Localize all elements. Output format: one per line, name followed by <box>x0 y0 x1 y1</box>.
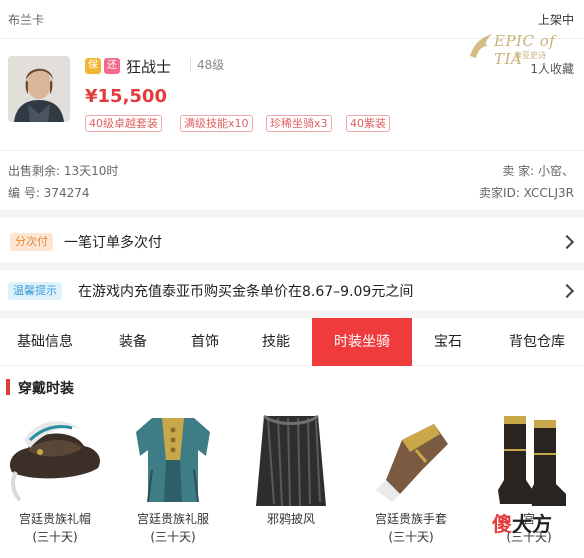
feature-tag: 珍稀坐骑x3 <box>266 115 332 132</box>
raven-cloak-icon <box>256 414 326 507</box>
chevron-right-icon <box>559 234 575 250</box>
dragon-logo-icon <box>470 34 492 58</box>
section-title: 穿戴时装 <box>18 381 74 397</box>
serial-number: 编 号: 374274 <box>8 186 90 200</box>
noble-hat-icon <box>9 421 101 502</box>
tab-inventory[interactable]: 背包仓库 <box>490 318 584 366</box>
section-separator <box>0 262 584 270</box>
section-accent-bar <box>6 379 10 395</box>
noble-gloves-icon <box>376 424 448 502</box>
watermark-part2: 大方 <box>512 512 552 536</box>
item-duration: (三十天) <box>388 530 434 544</box>
installment-badge: 分次付 <box>10 233 53 251</box>
item-name: 邪鸦披风 <box>266 512 315 526</box>
feature-tag: 40级卓越套装 <box>85 115 162 132</box>
item-duration: (三十天) <box>32 530 78 544</box>
fashion-item[interactable]: 邪鸦披风 <box>236 410 346 550</box>
badge-guarantee: 保 <box>85 58 101 74</box>
item-name: 宫廷贵族礼服 <box>136 512 209 526</box>
avatar-portrait <box>8 56 70 122</box>
price: ¥15,500 <box>85 86 167 107</box>
tab-fashion-mounts[interactable]: 时装坐骑 <box>312 318 412 366</box>
feature-tag: 满级技能x10 <box>180 115 253 132</box>
fashion-item[interactable]: 宫廷贵族礼帽 (三十天) <box>0 410 110 550</box>
divider <box>0 150 584 151</box>
listing-status: 上架中 <box>537 13 574 27</box>
watermark-part1: 傻 <box>492 512 512 536</box>
badge-return: 还 <box>104 58 120 74</box>
tip-badge: 温馨提示 <box>8 282 62 300</box>
server-name: 布兰卡 <box>8 13 45 27</box>
time-left: 出售剩余: 13天10时 <box>8 164 119 178</box>
tab-gems[interactable]: 宝石 <box>412 318 484 366</box>
fashion-item[interactable]: 宫廷贵族手套 (三十天) <box>356 410 466 550</box>
tip-text: 在游戏内充值泰亚币购买金条单价在8.67–9.09元之间 <box>78 284 414 300</box>
noble-boots-icon <box>498 416 566 506</box>
feature-tag: 40紫装 <box>346 115 390 132</box>
seller-id: 卖家ID: XCCLJ3R <box>479 186 574 200</box>
tab-bar: 基础信息 装备 首饰 技能 时装坐骑 宝石 背包仓库 <box>0 318 584 366</box>
seller-name: 卖 家: 小窑、 <box>502 164 574 178</box>
game-logo: EPIC of TIA 泰亚史诗 <box>466 30 570 68</box>
chevron-right-icon <box>559 283 575 299</box>
section-separator <box>0 310 584 318</box>
tab-equipment[interactable]: 装备 <box>96 318 170 366</box>
tab-skills[interactable]: 技能 <box>240 318 312 366</box>
noble-coat-icon <box>136 418 210 503</box>
tab-accessories[interactable]: 首饰 <box>170 318 240 366</box>
item-duration: (三十天) <box>150 530 196 544</box>
character-avatar <box>8 56 70 122</box>
tab-basic-info[interactable]: 基础信息 <box>0 318 90 366</box>
fashion-item[interactable]: 宫廷贵族礼服 (三十天) <box>118 410 228 550</box>
item-name: 宫廷贵族手套 <box>374 512 447 526</box>
character-name: 狂战士 <box>126 58 172 76</box>
character-level: 48级 <box>190 58 224 72</box>
watermark: 傻大方 <box>492 508 552 537</box>
section-separator <box>0 210 584 218</box>
favorites-count[interactable]: 1人收藏 <box>530 60 574 77</box>
installment-text: 一笔订单多次付 <box>64 235 162 251</box>
item-name: 宫廷贵族礼帽 <box>18 512 91 526</box>
